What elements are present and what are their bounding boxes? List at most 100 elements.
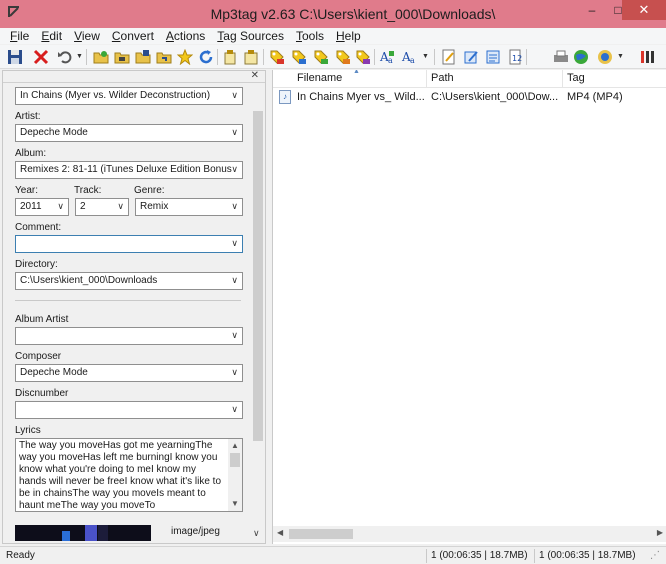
audio-file-icon: ♪	[279, 90, 291, 104]
chevron-down-icon[interactable]: ∨	[231, 127, 238, 138]
paste-tag-icon[interactable]	[242, 48, 260, 66]
status-bar: Ready 1 (00:06:35 | 18.7MB) 1 (00:06:35 …	[0, 546, 666, 564]
save-playlist-icon[interactable]	[134, 48, 152, 66]
tag-tag-icon[interactable]	[484, 48, 502, 66]
open-folder-icon[interactable]	[92, 48, 110, 66]
scrollbar-thumb[interactable]	[289, 529, 353, 539]
composer-label: Composer	[15, 351, 62, 362]
resize-grip-icon[interactable]: ⋰	[650, 550, 660, 561]
track-field[interactable]: 2 ∨	[75, 198, 129, 216]
scroll-down-icon[interactable]: ▼	[231, 498, 239, 510]
cover-art-image[interactable]	[15, 525, 151, 541]
tag-panel-scrollbar[interactable]: ∨	[251, 83, 265, 543]
copy-tag-icon[interactable]	[222, 48, 240, 66]
scroll-up-icon[interactable]: ▲	[231, 440, 239, 452]
menu-file[interactable]: File	[4, 28, 35, 44]
close-panel-icon[interactable]: ✕	[251, 71, 259, 81]
number-icon[interactable]: 12	[506, 48, 524, 66]
chevron-down-icon[interactable]: ∨	[117, 201, 124, 212]
chevron-down-icon[interactable]: ∨	[231, 164, 238, 175]
discnumber-label: Discnumber	[15, 388, 69, 399]
tag-to-filename-icon[interactable]	[268, 48, 286, 66]
column-filename[interactable]: ▲ Filename	[273, 70, 427, 88]
chevron-down-icon[interactable]: ∨	[231, 404, 238, 415]
chevron-down-icon[interactable]: ∨	[231, 275, 238, 286]
edit-extended-icon[interactable]	[462, 48, 480, 66]
refresh-icon[interactable]	[197, 48, 215, 66]
menu-convert[interactable]: Convert	[106, 28, 160, 44]
format-values-icon[interactable]: Aa	[400, 48, 418, 66]
add-folder-icon[interactable]	[113, 48, 131, 66]
file-list-header: ▲ Filename Path Tag	[273, 70, 666, 88]
menu-tag-sources[interactable]: Tag Sources	[211, 28, 290, 44]
chevron-down-icon[interactable]: ∨	[231, 90, 238, 101]
edit-tag-icon[interactable]	[440, 48, 458, 66]
scrollbar-thumb[interactable]	[253, 111, 263, 441]
status-selected: 1 (00:06:35 | 18.7MB)	[431, 550, 528, 561]
file-list: ▲ Filename Path Tag ♪ In Chains Myer vs_…	[272, 70, 666, 544]
album-artist-field[interactable]: ∨	[15, 327, 243, 345]
text-file-to-tag-icon[interactable]	[312, 48, 330, 66]
status-total: 1 (00:06:35 | 18.7MB)	[539, 550, 636, 561]
artist-field[interactable]: Depeche Mode ∨	[15, 124, 243, 142]
chevron-down-icon[interactable]: ∨	[231, 330, 238, 341]
tag-to-tag-icon[interactable]	[334, 48, 352, 66]
chevron-down-icon[interactable]: ∨	[231, 367, 238, 378]
file-list-horizontal-scrollbar[interactable]: ◀ ▶	[273, 526, 666, 542]
tag-panel: ✕ In Chains (Myer vs. Wilder Deconstruct…	[2, 70, 266, 544]
title-field[interactable]: In Chains (Myer vs. Wilder Deconstructio…	[15, 87, 243, 105]
filename-cell: In Chains Myer vs_ Wild...	[297, 91, 425, 103]
menu-help[interactable]: Help	[330, 28, 367, 44]
freedb-dropdown-icon[interactable]: ▼	[617, 53, 624, 60]
svg-text:a: a	[388, 56, 393, 65]
menu-bar: File Edit View Convert Actions Tag Sourc…	[0, 28, 666, 44]
menu-edit[interactable]: Edit	[35, 28, 68, 44]
freedb-icon[interactable]	[596, 48, 614, 66]
menu-view[interactable]: View	[68, 28, 106, 44]
chevron-down-icon[interactable]: ∨	[231, 238, 238, 249]
web-sources-icon[interactable]	[572, 48, 590, 66]
menu-tools[interactable]: Tools	[290, 28, 330, 44]
title-bar: Mp3tag v2.63 C:\Users\kient_000\Download…	[0, 0, 666, 28]
status-ready: Ready	[6, 550, 35, 561]
case-conversion-icon[interactable]: Aa	[378, 48, 396, 66]
format-dropdown-icon[interactable]: ▼	[422, 53, 429, 60]
chevron-down-icon[interactable]: ∨	[253, 528, 260, 539]
filename-to-tag-icon[interactable]	[290, 48, 308, 66]
comment-field[interactable]: ∨	[15, 235, 243, 253]
lyrics-label: Lyrics	[15, 425, 41, 436]
undo-icon[interactable]	[56, 48, 74, 66]
window-title: Mp3tag v2.63 C:\Users\kient_000\Download…	[210, 6, 496, 22]
year-label: Year:	[15, 185, 38, 196]
genre-field[interactable]: Remix ∨	[135, 198, 243, 216]
year-field[interactable]: 2011 ∨	[15, 198, 69, 216]
composer-field[interactable]: Depeche Mode ∨	[15, 364, 243, 382]
options-icon[interactable]	[638, 48, 656, 66]
chevron-down-icon[interactable]: ∨	[231, 201, 238, 212]
scrollbar-thumb[interactable]	[230, 453, 240, 467]
close-button[interactable]: ✕	[622, 0, 666, 20]
menu-actions[interactable]: Actions	[160, 28, 211, 44]
toolbar-separator	[86, 49, 87, 65]
autonumber-icon[interactable]	[354, 48, 372, 66]
remove-tag-icon[interactable]	[32, 48, 50, 66]
favorite-icon[interactable]	[176, 48, 194, 66]
column-tag[interactable]: Tag	[563, 70, 666, 88]
directory-field[interactable]: C:\Users\kient_000\Downloads ∨	[15, 272, 243, 290]
print-icon[interactable]	[552, 48, 570, 66]
album-field[interactable]: Remixes 2: 81-11 (iTunes Deluxe Edition …	[15, 161, 243, 179]
sort-ascending-icon: ▲	[353, 70, 360, 75]
lyrics-scrollbar[interactable]: ▲ ▼	[228, 439, 242, 511]
svg-text:a: a	[410, 56, 415, 65]
chevron-down-icon[interactable]: ∨	[57, 201, 64, 212]
table-row[interactable]: ♪ In Chains Myer vs_ Wild... C:\Users\ki…	[273, 89, 666, 106]
scroll-right-icon[interactable]: ▶	[657, 528, 663, 537]
minimize-button[interactable]: –	[578, 0, 606, 20]
undo-dropdown-icon[interactable]: ▼	[76, 53, 83, 60]
lyrics-field[interactable]: The way you moveHas got me yearningThe w…	[15, 438, 243, 512]
export-icon[interactable]	[155, 48, 173, 66]
column-path[interactable]: Path	[427, 70, 563, 88]
scroll-left-icon[interactable]: ◀	[277, 528, 283, 537]
discnumber-field[interactable]: ∨	[15, 401, 243, 419]
save-icon[interactable]	[6, 48, 24, 66]
